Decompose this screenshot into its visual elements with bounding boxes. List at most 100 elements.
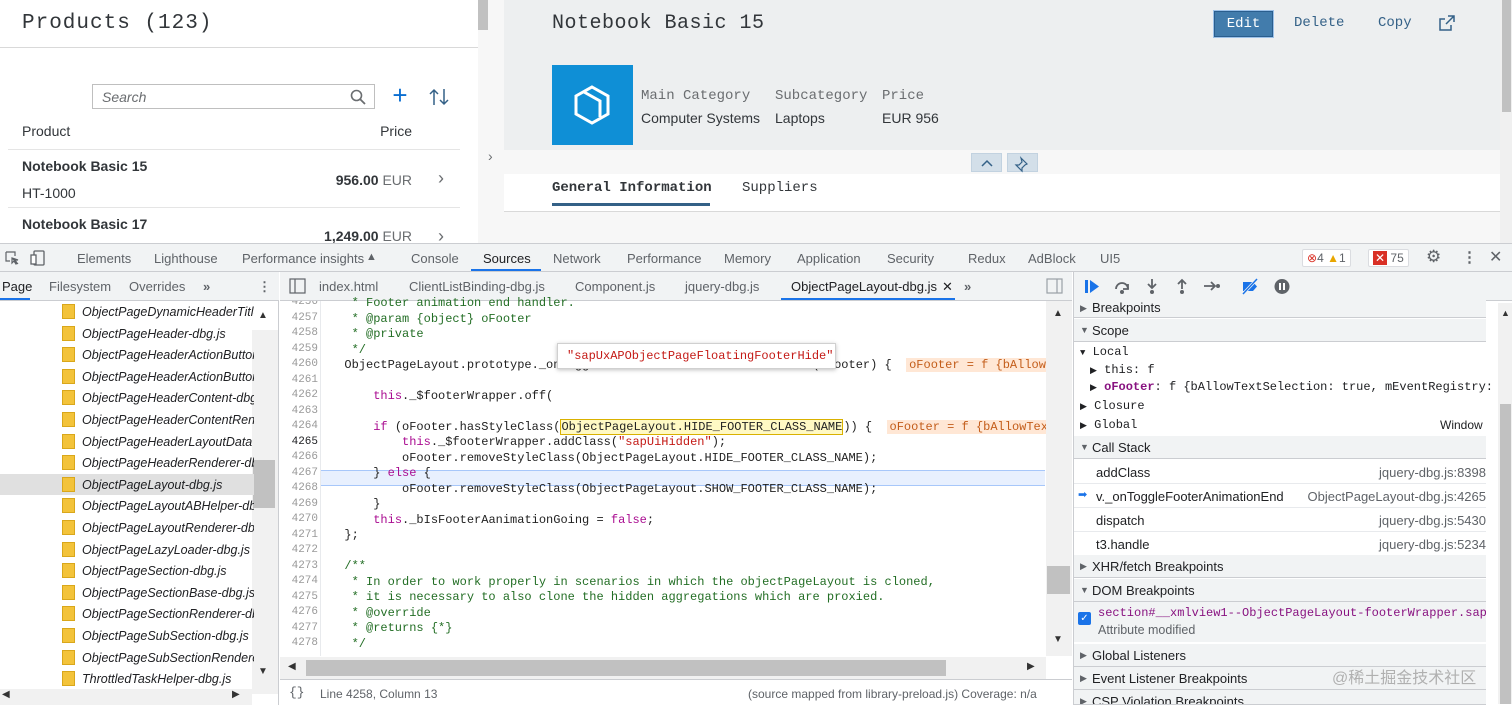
call-frame[interactable]: t3.handle jquery-dbg.js:5234 [1074, 532, 1486, 556]
navigator-scrollbar[interactable] [252, 330, 278, 694]
collapse-header-button[interactable] [971, 153, 1002, 172]
tab-application[interactable]: Application [797, 251, 861, 266]
device-toggle-icon[interactable] [29, 249, 47, 267]
step-icon[interactable] [1203, 278, 1221, 295]
file-tree-item[interactable]: ObjectPageSubSection-dbg.js [0, 625, 254, 647]
xhr-breakpoints-section[interactable]: ▶ XHR/fetch Breakpoints [1074, 555, 1486, 578]
tab-suppliers[interactable]: Suppliers [742, 180, 818, 196]
table-row[interactable]: Notebook Basic 17 1,249.00 EUR › [8, 208, 460, 243]
scope-section[interactable]: ▼ Scope [1074, 319, 1486, 342]
issues-badge[interactable]: ✕ 75 [1368, 249, 1409, 267]
tab-redux[interactable]: Redux [968, 251, 1006, 266]
dom-breakpoints-section[interactable]: ▼ DOM Breakpoints [1074, 579, 1486, 602]
file-tree-item[interactable]: ObjectPageHeaderContentRenderer [0, 409, 254, 431]
copy-button[interactable]: Copy [1378, 15, 1412, 31]
tab-elements[interactable]: Elements [77, 251, 131, 266]
scroll-right-arrow-icon[interactable]: ▶ [232, 689, 240, 700]
search-input[interactable]: Search [92, 84, 375, 109]
file-tree-item[interactable]: ObjectPageLayout-dbg.js [0, 473, 254, 496]
file-tree-item[interactable]: ObjectPageSectionBase-dbg.js [0, 582, 254, 604]
file-tree-item[interactable]: ObjectPageHeaderLayoutData [0, 431, 254, 453]
tab-overrides[interactable]: Overrides [129, 279, 185, 294]
file-tree-item[interactable]: ObjectPageHeader-dbg.js [0, 323, 254, 345]
step-over-icon[interactable] [1113, 278, 1131, 295]
tab-filesystem[interactable]: Filesystem [49, 279, 111, 294]
file-tree-item[interactable]: ObjectPageLayoutRenderer-dbg [0, 517, 254, 539]
tab-performance[interactable]: Performance [627, 251, 701, 266]
tab-performance-insights[interactable]: Performance insights [242, 251, 364, 266]
breakpoint-checkbox[interactable]: ✓ [1078, 612, 1091, 625]
tab-memory[interactable]: Memory [724, 251, 771, 266]
scroll-right-arrow-icon[interactable]: ▶ [1027, 661, 1035, 672]
scroll-up-arrow-icon[interactable]: ▲ [258, 310, 268, 321]
table-row[interactable]: Notebook Basic 15 HT-1000 956.00 EUR › [8, 150, 460, 208]
editor-hscroll-thumb[interactable] [306, 660, 946, 676]
more-options-icon[interactable]: ⋮ [1462, 248, 1477, 266]
console-counts-badge[interactable]: ⊗4 ▲1 [1302, 249, 1351, 267]
tab-lighthouse[interactable]: Lighthouse [154, 251, 218, 266]
pin-header-button[interactable] [1007, 153, 1038, 173]
more-options-icon[interactable]: ⋮ [258, 279, 271, 295]
file-tree-item[interactable]: ObjectPageSubSectionRenderer [0, 647, 254, 669]
detail-scroll-thumb[interactable] [1502, 0, 1511, 112]
scope-closure[interactable]: ▶ Closure [1080, 399, 1145, 413]
navigator-hscrollbar[interactable] [0, 689, 252, 705]
scope-local[interactable]: ▼ Local [1080, 345, 1129, 359]
scroll-left-arrow-icon[interactable]: ◀ [288, 661, 296, 672]
file-tree-item[interactable]: ObjectPageLazyLoader-dbg.js [0, 539, 254, 561]
csp-breakpoints-section[interactable]: ▶ CSP Violation Breakpoints [1074, 690, 1486, 705]
file-tree-item[interactable]: ThrottledTaskHelper-dbg.js [0, 668, 254, 690]
tab-console[interactable]: Console [411, 251, 459, 266]
file-tree-item[interactable]: ObjectPageHeaderActionButton [0, 366, 254, 388]
scroll-down-arrow-icon[interactable]: ▼ [258, 666, 268, 677]
add-icon[interactable]: + [388, 82, 412, 108]
dom-breakpoint-item[interactable]: ✓ section#__xmlview1--ObjectPageLayout-f… [1074, 602, 1486, 642]
scope-this[interactable]: ▶ this: f [1090, 363, 1155, 377]
call-frame[interactable]: dispatch jquery-dbg.js:5430 [1074, 508, 1486, 532]
file-tree-item[interactable]: ObjectPageSectionRenderer-dbg [0, 603, 254, 625]
code-content[interactable]: * Footer animation end handler. * @param… [280, 272, 1046, 656]
tab-ui5[interactable]: UI5 [1100, 251, 1120, 266]
settings-gear-icon[interactable]: ⚙ [1426, 247, 1441, 267]
scope-global[interactable]: ▶ Global [1080, 418, 1137, 432]
pause-on-exceptions-icon[interactable] [1273, 278, 1291, 295]
file-tree-item[interactable]: ObjectPageHeaderContent-dbg.js [0, 387, 254, 409]
toggle-debugger-icon[interactable] [1046, 278, 1063, 294]
pretty-print-icon[interactable]: {} [289, 685, 305, 700]
tab-network[interactable]: Network [553, 251, 601, 266]
file-tree-item[interactable]: ObjectPageSection-dbg.js [0, 560, 254, 582]
sort-icon[interactable] [428, 86, 450, 108]
navigator-scroll-thumb[interactable] [253, 460, 275, 508]
step-into-icon[interactable] [1143, 278, 1161, 295]
breakpoints-section[interactable]: ▶ Breakpoints [1074, 300, 1486, 318]
debugger-scroll-thumb[interactable] [1500, 404, 1511, 704]
editor-scrollbar[interactable] [1046, 301, 1072, 656]
scroll-down-arrow-icon[interactable]: ▼ [1053, 634, 1063, 645]
resume-icon[interactable] [1083, 278, 1101, 295]
call-frame[interactable]: addClass jquery-dbg.js:8398 [1074, 460, 1486, 484]
share-icon[interactable] [1438, 14, 1456, 32]
scope-ofooter[interactable]: ▶ oFooter: f {bAllowTextSelection: true,… [1090, 380, 1493, 394]
step-out-icon[interactable] [1173, 278, 1191, 295]
file-tree-item[interactable]: ObjectPageHeaderActionButton [0, 344, 254, 366]
master-scrollbar[interactable] [478, 0, 488, 30]
tab-general-information[interactable]: General Information [552, 180, 712, 196]
inspect-icon[interactable] [4, 250, 20, 266]
tab-sources[interactable]: Sources [483, 251, 531, 266]
tab-security[interactable]: Security [887, 251, 934, 266]
scroll-up-arrow-icon[interactable]: ▲ [1053, 308, 1063, 319]
tab-page[interactable]: Page [2, 279, 32, 294]
edit-button[interactable]: Edit [1214, 11, 1273, 37]
search-icon[interactable] [350, 89, 366, 105]
delete-button[interactable]: Delete [1294, 15, 1344, 31]
call-stack-section[interactable]: ▼ Call Stack [1074, 436, 1486, 459]
close-icon[interactable]: ✕ [1489, 247, 1502, 267]
tab-adblock[interactable]: AdBlock [1028, 251, 1076, 266]
scroll-left-arrow-icon[interactable]: ◀ [2, 689, 10, 700]
more-tabs-icon[interactable]: » [203, 279, 210, 294]
editor-scroll-thumb[interactable] [1047, 566, 1070, 594]
file-tree-item[interactable]: ObjectPageDynamicHeaderTitle [0, 301, 254, 323]
scroll-up-arrow-icon[interactable]: ▲ [1501, 308, 1510, 318]
call-frame-active[interactable]: ➡ v._onToggleFooterAnimationEnd ObjectPage… [1074, 484, 1486, 508]
file-tree-item[interactable]: ObjectPageHeaderRenderer-dbg [0, 452, 254, 474]
